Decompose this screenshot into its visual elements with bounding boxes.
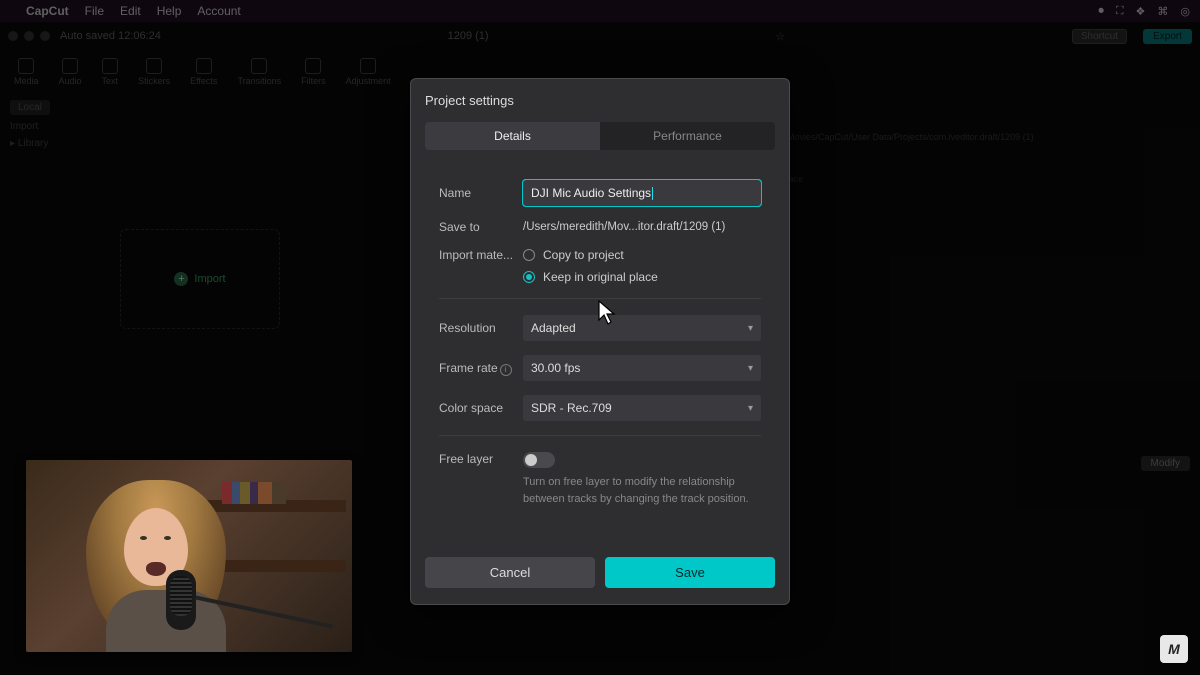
radio-icon xyxy=(523,271,535,283)
info-icon[interactable]: i xyxy=(500,364,512,376)
chevron-down-icon: ▾ xyxy=(748,363,753,374)
framerate-select[interactable]: 30.00 fps▾ xyxy=(523,355,761,381)
modal-title: Project settings xyxy=(425,93,775,108)
watermark-logo: M xyxy=(1160,635,1188,663)
freelayer-label: Free layer xyxy=(439,452,523,466)
resolution-select[interactable]: Adapted▾ xyxy=(523,315,761,341)
cancel-button[interactable]: Cancel xyxy=(425,557,595,588)
chevron-down-icon: ▾ xyxy=(748,403,753,414)
webcam-overlay xyxy=(26,460,352,652)
colorspace-label: Color space xyxy=(439,401,523,415)
radio-copy-to-project[interactable]: Copy to project xyxy=(523,248,761,262)
save-button[interactable]: Save xyxy=(605,557,775,588)
radio-keep-in-place[interactable]: Keep in original place xyxy=(523,270,761,284)
radio-icon xyxy=(523,249,535,261)
colorspace-select[interactable]: SDR - Rec.709▾ xyxy=(523,395,761,421)
project-settings-modal: Project settings Details Performance Nam… xyxy=(410,78,790,605)
freelayer-help: Turn on free layer to modify the relatio… xyxy=(523,474,761,507)
saveto-value: /Users/meredith/Mov...itor.draft/1209 (1… xyxy=(523,221,761,233)
name-input[interactable]: DJI Mic Audio Settings xyxy=(523,180,761,206)
modal-tab-bar: Details Performance xyxy=(425,122,775,150)
resolution-label: Resolution xyxy=(439,321,523,335)
name-label: Name xyxy=(439,186,523,200)
framerate-label: Frame ratei xyxy=(439,361,523,376)
freelayer-toggle[interactable] xyxy=(523,452,555,468)
import-materials-label: Import mate... xyxy=(439,248,523,262)
tab-performance[interactable]: Performance xyxy=(600,122,775,150)
saveto-label: Save to xyxy=(439,220,523,234)
separator xyxy=(439,435,761,436)
separator xyxy=(439,298,761,299)
tab-details[interactable]: Details xyxy=(425,122,600,150)
chevron-down-icon: ▾ xyxy=(748,323,753,334)
